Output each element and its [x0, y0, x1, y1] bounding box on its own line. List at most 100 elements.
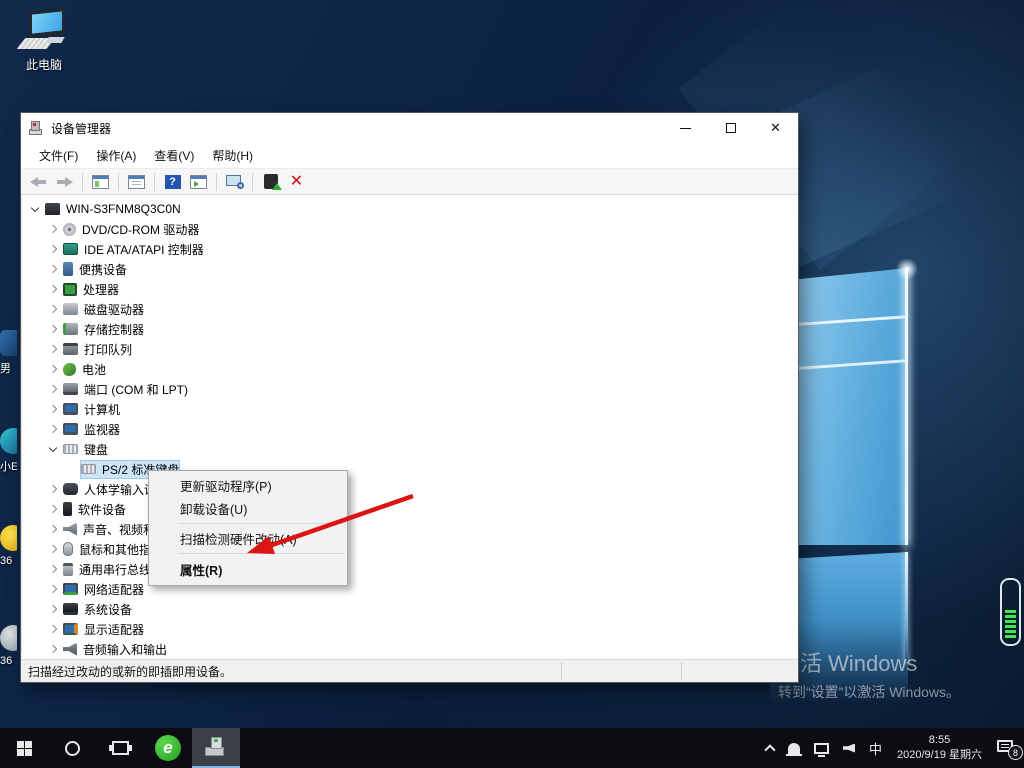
minimize-button[interactable]: [663, 113, 708, 143]
status-bar: 扫描经过改动的或新的即插即用设备。: [21, 659, 798, 682]
tree-item[interactable]: 打印队列: [22, 339, 798, 359]
sound-controller-icon: [63, 523, 77, 536]
tree-item-computer-root[interactable]: WIN-S3FNM8Q3C0N: [22, 199, 798, 219]
volume-button[interactable]: [836, 728, 862, 768]
show-console-tree-icon[interactable]: [89, 171, 112, 193]
chevron-right-icon[interactable]: [49, 605, 57, 613]
chevron-right-icon[interactable]: [49, 405, 57, 413]
close-button[interactable]: ✕: [753, 113, 798, 143]
battery-icon: [63, 363, 76, 376]
back-arrow-icon[interactable]: [27, 171, 50, 193]
properties-window-icon[interactable]: [125, 171, 148, 193]
desktop-icon-label: 小E: [0, 458, 17, 474]
chevron-right-icon[interactable]: [49, 645, 57, 653]
uninstall-device-icon[interactable]: ✕: [285, 171, 308, 193]
clock[interactable]: 8:55 2020/9/19 星期六: [889, 733, 990, 763]
tree-item[interactable]: 端口 (COM 和 LPT): [22, 379, 798, 399]
chevron-right-icon[interactable]: [49, 385, 57, 393]
app-icon: [0, 625, 17, 651]
device-tree: WIN-S3FNM8Q3C0N DVD/CD-ROM 驱动器 IDE ATA/A…: [21, 195, 798, 659]
chevron-right-icon[interactable]: [49, 425, 57, 433]
device-manager-window: 设备管理器 ✕ 文件(F) 操作(A) 查看(V) 帮助(H) ?: [20, 112, 799, 683]
chevron-right-icon[interactable]: [49, 345, 57, 353]
chevron-right-icon[interactable]: [49, 525, 57, 533]
tree-item-keyboard[interactable]: 键盘: [22, 439, 798, 459]
tree-item[interactable]: 电池: [22, 359, 798, 379]
search-button[interactable]: [48, 728, 96, 768]
tree-item[interactable]: 便携设备: [22, 259, 798, 279]
tree-item[interactable]: 人体学输入设备: [22, 479, 798, 499]
tree-item[interactable]: 网络适配器: [22, 579, 798, 599]
desktop-icon-partial[interactable]: 小E: [0, 428, 17, 474]
tree-item[interactable]: 系统设备: [22, 599, 798, 619]
tree-item[interactable]: 通用串行总线控制器: [22, 559, 798, 579]
app-icon: [0, 428, 17, 454]
tree-item[interactable]: 音频输入和输出: [22, 639, 798, 659]
chevron-right-icon[interactable]: [49, 265, 57, 273]
action-center-button[interactable]: 8: [990, 728, 1024, 768]
task-view-button[interactable]: [96, 728, 144, 768]
tree-item-label: 音频输入和输出: [83, 641, 167, 658]
desktop-icon-partial[interactable]: 36: [0, 625, 17, 667]
menu-item-update-driver[interactable]: 更新驱动程序(P): [149, 474, 347, 497]
action-pane-icon[interactable]: [187, 171, 210, 193]
tree-item[interactable]: 监视器: [22, 419, 798, 439]
tree-item[interactable]: 显示适配器: [22, 619, 798, 639]
battery-gadget: [1000, 578, 1021, 646]
tree-item[interactable]: IDE ATA/ATAPI 控制器: [22, 239, 798, 259]
tree-item-ps2-keyboard-selected[interactable]: PS/2 标准键盘: [22, 459, 798, 479]
notifications-button[interactable]: [781, 728, 807, 768]
forward-arrow-icon[interactable]: [53, 171, 76, 193]
chevron-right-icon[interactable]: [49, 625, 57, 633]
chevron-right-icon[interactable]: [49, 505, 57, 513]
ime-indicator[interactable]: 中: [862, 728, 889, 768]
start-button[interactable]: [0, 728, 48, 768]
storage-controller-icon: [63, 323, 78, 335]
chevron-right-icon[interactable]: [49, 485, 57, 493]
menu-item-scan-hardware-changes[interactable]: 扫描检测硬件改动(A): [149, 527, 347, 550]
chevron-down-icon[interactable]: [31, 203, 39, 211]
tree-item-label: 计算机: [84, 401, 120, 418]
title-bar[interactable]: 设备管理器 ✕: [21, 113, 798, 143]
tree-item[interactable]: 磁盘驱动器: [22, 299, 798, 319]
desktop-icon-this-pc[interactable]: 此电脑: [12, 8, 76, 73]
help-icon[interactable]: ?: [161, 171, 184, 193]
menu-help[interactable]: 帮助(H): [203, 144, 262, 167]
menu-file[interactable]: 文件(F): [30, 144, 87, 167]
browser-taskbar-button[interactable]: e: [144, 728, 192, 768]
maximize-button[interactable]: [708, 113, 753, 143]
tree-item[interactable]: DVD/CD-ROM 驱动器: [22, 219, 798, 239]
tree-item[interactable]: 声音、视频和游戏控制器: [22, 519, 798, 539]
tree-item-label: WIN-S3FNM8Q3C0N: [66, 202, 181, 216]
chevron-down-icon[interactable]: [49, 443, 57, 451]
tree-item[interactable]: 软件设备: [22, 499, 798, 519]
chevron-right-icon[interactable]: [49, 585, 57, 593]
menu-view[interactable]: 查看(V): [145, 144, 203, 167]
tree-item-label: 端口 (COM 和 LPT): [84, 381, 188, 398]
tree-item-label: 打印队列: [84, 341, 132, 358]
tray-overflow-button[interactable]: [759, 728, 781, 768]
menu-item-uninstall-device[interactable]: 卸载设备(U): [149, 497, 347, 520]
menu-separator: [178, 553, 345, 554]
tree-item[interactable]: 鼠标和其他指针设备: [22, 539, 798, 559]
tree-item[interactable]: 存储控制器: [22, 319, 798, 339]
chevron-right-icon[interactable]: [49, 565, 57, 573]
desktop-icon-partial[interactable]: 男: [0, 330, 17, 376]
device-manager-taskbar-button[interactable]: [192, 728, 240, 768]
tree-item[interactable]: 处理器: [22, 279, 798, 299]
chevron-right-icon[interactable]: [49, 225, 57, 233]
chevron-right-icon[interactable]: [49, 245, 57, 253]
desktop-icon-partial[interactable]: 36: [0, 525, 17, 567]
chevron-right-icon[interactable]: [49, 545, 57, 553]
menu-item-properties[interactable]: 属性(R): [149, 557, 347, 582]
chevron-right-icon[interactable]: [49, 285, 57, 293]
chevron-right-icon[interactable]: [49, 325, 57, 333]
update-driver-icon[interactable]: [259, 171, 282, 193]
network-button[interactable]: [807, 728, 836, 768]
chevron-right-icon[interactable]: [49, 305, 57, 313]
menu-action[interactable]: 操作(A): [87, 144, 145, 167]
scan-hardware-changes-icon[interactable]: [223, 171, 246, 193]
tree-item[interactable]: 计算机: [22, 399, 798, 419]
taskbar: e 中 8:55 2020/9/19 星期六 8: [0, 728, 1024, 768]
chevron-right-icon[interactable]: [49, 365, 57, 373]
